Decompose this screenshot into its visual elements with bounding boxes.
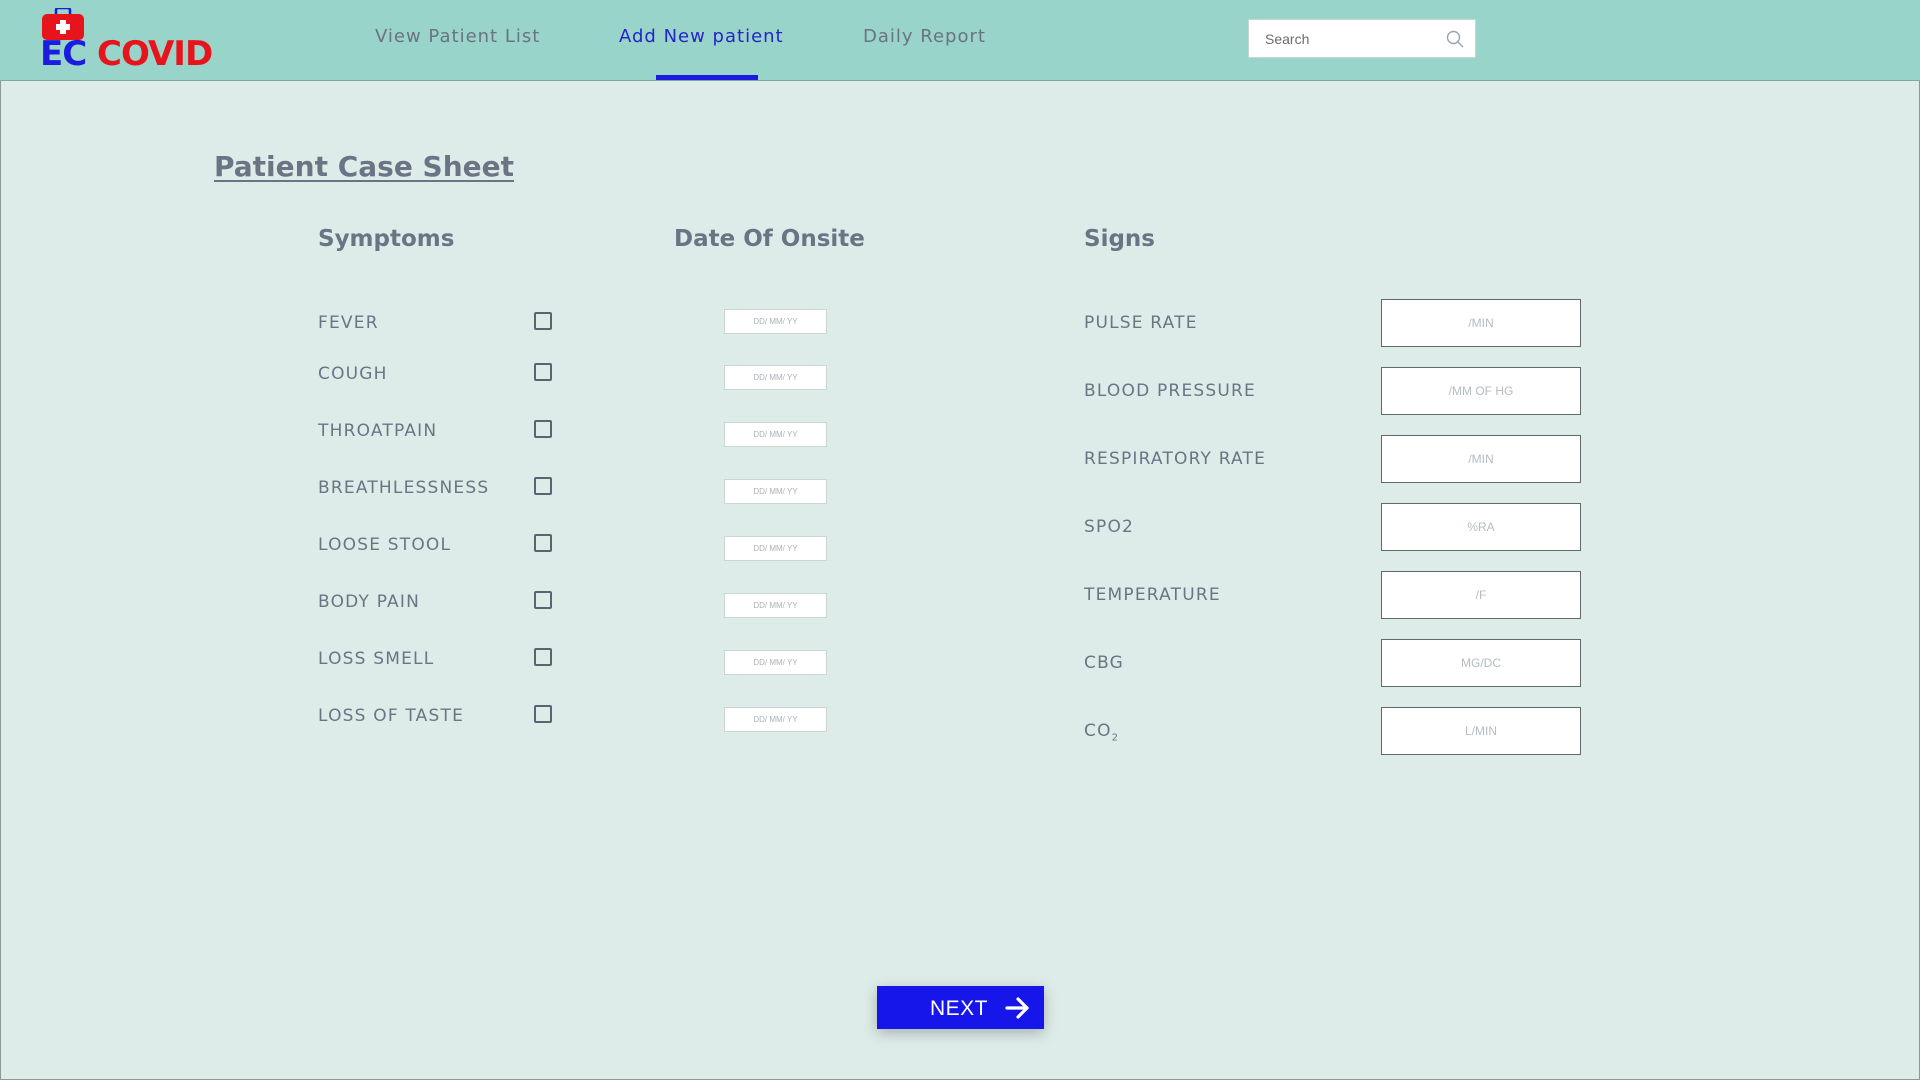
next-button[interactable]: NEXT xyxy=(877,986,1044,1029)
onset-date-loss-smell[interactable] xyxy=(724,650,827,675)
sign-label-pulse-rate: PULSE RATE xyxy=(1084,313,1198,333)
nav-add-new-patient[interactable]: Add New patient xyxy=(619,26,784,47)
sign-input-cbg[interactable] xyxy=(1381,639,1581,687)
arrow-right-icon xyxy=(1005,997,1029,1019)
sign-input-pulse-rate[interactable] xyxy=(1381,299,1581,347)
sign-label-co2-sub: 2 xyxy=(1111,732,1119,744)
onset-date-fever[interactable] xyxy=(724,309,827,334)
onset-date-loss-of-taste[interactable] xyxy=(724,707,827,732)
brand-name: EC COVID xyxy=(40,34,213,74)
sign-input-spo2[interactable] xyxy=(1381,503,1581,551)
sign-label-respiratory-rate: RESPIRATORY RATE xyxy=(1084,449,1267,469)
symptom-label-loss-of-taste: LOSS OF TASTE xyxy=(318,706,465,726)
sign-label-co2-text: CO xyxy=(1084,721,1112,741)
symptom-label-loose-stool: LOOSE STOOL xyxy=(318,535,452,555)
symptom-label-body-pain: BODY PAIN xyxy=(318,592,421,612)
onset-date-throatpain[interactable] xyxy=(724,422,827,447)
symptom-checkbox-cough[interactable] xyxy=(534,363,552,381)
date-onsite-heading: Date Of Onsite xyxy=(674,226,865,252)
brand-covid: COVID xyxy=(97,34,213,74)
onset-date-loose-stool[interactable] xyxy=(724,536,827,561)
symptom-checkbox-loss-smell[interactable] xyxy=(534,648,552,666)
search-input[interactable] xyxy=(1249,20,1439,57)
sign-label-co2: CO2 xyxy=(1084,721,1118,743)
brand-logo[interactable]: EC COVID xyxy=(40,4,230,76)
nav-view-patient-list[interactable]: View Patient List xyxy=(375,26,540,47)
top-navbar: EC COVID View Patient List Add New patie… xyxy=(0,0,1920,81)
symptoms-heading: Symptoms xyxy=(318,226,455,252)
sign-label-spo2: SPO2 xyxy=(1084,517,1135,537)
brand-ec: EC xyxy=(40,34,87,74)
search-icon[interactable] xyxy=(1445,29,1465,49)
sign-input-blood-pressure[interactable] xyxy=(1381,367,1581,415)
onset-date-breathlessness[interactable] xyxy=(724,479,827,504)
symptom-checkbox-breathlessness[interactable] xyxy=(534,477,552,495)
sign-input-temperature[interactable] xyxy=(1381,571,1581,619)
sign-input-co2[interactable] xyxy=(1381,707,1581,755)
symptom-checkbox-loose-stool[interactable] xyxy=(534,534,552,552)
main-content xyxy=(0,81,1920,1080)
page-title: Patient Case Sheet xyxy=(214,150,515,183)
search-box xyxy=(1248,19,1476,58)
symptom-label-fever: FEVER xyxy=(318,313,379,333)
sign-label-temperature: TEMPERATURE xyxy=(1084,585,1221,605)
sign-input-respiratory-rate[interactable] xyxy=(1381,435,1581,483)
nav-daily-report[interactable]: Daily Report xyxy=(863,26,986,47)
next-button-label: NEXT xyxy=(930,997,989,1020)
symptom-label-loss-smell: LOSS SMELL xyxy=(318,649,435,669)
onset-date-body-pain[interactable] xyxy=(724,593,827,618)
symptom-checkbox-fever[interactable] xyxy=(534,312,552,330)
sign-label-cbg: CBG xyxy=(1084,653,1125,673)
symptom-checkbox-throatpain[interactable] xyxy=(534,420,552,438)
symptom-checkbox-loss-of-taste[interactable] xyxy=(534,705,552,723)
symptom-label-breathlessness: BREATHLESSNESS xyxy=(318,478,490,498)
active-tab-indicator xyxy=(656,75,758,80)
symptom-label-throatpain: THROATPAIN xyxy=(318,421,438,441)
signs-heading: Signs xyxy=(1084,226,1155,252)
symptom-checkbox-body-pain[interactable] xyxy=(534,591,552,609)
onset-date-cough[interactable] xyxy=(724,365,827,390)
sign-label-blood-pressure: BLOOD PRESSURE xyxy=(1084,381,1256,401)
symptom-label-cough: COUGH xyxy=(318,364,388,384)
